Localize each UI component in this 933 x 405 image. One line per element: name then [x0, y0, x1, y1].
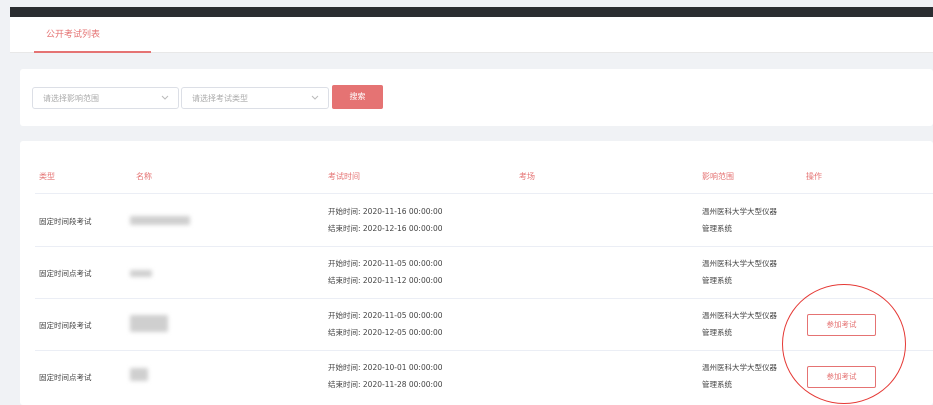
row-type: 固定时间段考试	[39, 217, 92, 226]
row-scope-cont: 管理系统	[702, 224, 732, 233]
row-start-time: 开始时间: 2020-11-05 00:00:00	[328, 259, 443, 268]
row-type: 固定时间段考试	[39, 321, 92, 330]
chevron-down-icon	[311, 95, 319, 100]
table-row: 固定时间点考试 开始时间: 2020-10-01 00:00:00 结束时间: …	[20, 350, 933, 402]
redacted-name	[130, 368, 148, 381]
row-scope-cont: 管理系统	[702, 328, 732, 337]
row-end-time: 结束时间: 2020-12-16 00:00:00	[328, 224, 443, 233]
row-start-time: 开始时间: 2020-10-01 00:00:00	[328, 363, 443, 372]
row-end-time: 结束时间: 2020-11-12 00:00:00	[328, 276, 443, 285]
scope-select[interactable]: 请选择影响范围	[32, 87, 179, 109]
header-action: 操作	[806, 172, 822, 181]
header-venue: 考场	[519, 172, 535, 181]
exam-table: 类型 名称 考试时间 考场 影响范围 操作 固定时间段考试 开始时间: 2020…	[20, 141, 933, 405]
tab-public-exam-list[interactable]: 公开考试列表	[34, 17, 151, 53]
header-type: 类型	[39, 172, 55, 181]
scope-select-placeholder: 请选择影响范围	[43, 94, 99, 103]
chevron-down-icon	[161, 95, 169, 100]
row-scope: 温州医科大学大型仪器	[702, 363, 777, 372]
row-scope-cont: 管理系统	[702, 380, 732, 389]
row-scope: 温州医科大学大型仪器	[702, 259, 777, 268]
header-scope: 影响范围	[702, 172, 734, 181]
exam-type-select-placeholder: 请选择考试类型	[192, 94, 248, 103]
exam-type-select[interactable]: 请选择考试类型	[181, 87, 329, 109]
row-start-time: 开始时间: 2020-11-05 00:00:00	[328, 311, 443, 320]
search-button[interactable]: 搜索	[332, 85, 383, 109]
tab-label: 公开考试列表	[46, 30, 101, 40]
row-end-time: 结束时间: 2020-12-05 00:00:00	[328, 328, 443, 337]
row-scope: 温州医科大学大型仪器	[702, 311, 777, 320]
row-scope: 温州医科大学大型仪器	[702, 207, 777, 216]
redacted-name	[130, 315, 168, 332]
row-type: 固定时间点考试	[39, 373, 92, 382]
filter-panel: 请选择影响范围 请选择考试类型 搜索	[20, 69, 933, 126]
top-bar	[10, 7, 933, 17]
header-name: 名称	[136, 172, 152, 181]
header-time: 考试时间	[328, 172, 360, 181]
redacted-name	[130, 216, 190, 225]
row-scope-cont: 管理系统	[702, 276, 732, 285]
tab-active-indicator	[34, 51, 151, 53]
table-row: 固定时间点考试 开始时间: 2020-11-05 00:00:00 结束时间: …	[20, 246, 933, 298]
join-exam-button[interactable]: 参加考试	[807, 366, 876, 388]
tab-bar: 公开考试列表	[10, 17, 933, 53]
redacted-name	[130, 270, 152, 277]
row-end-time: 结束时间: 2020-11-28 00:00:00	[328, 380, 443, 389]
table-row: 固定时间段考试 开始时间: 2020-11-16 00:00:00 结束时间: …	[20, 194, 933, 246]
table-row: 固定时间段考试 开始时间: 2020-11-05 00:00:00 结束时间: …	[20, 298, 933, 350]
row-start-time: 开始时间: 2020-11-16 00:00:00	[328, 207, 443, 216]
row-type: 固定时间点考试	[39, 269, 92, 278]
join-exam-button[interactable]: 参加考试	[807, 314, 876, 336]
